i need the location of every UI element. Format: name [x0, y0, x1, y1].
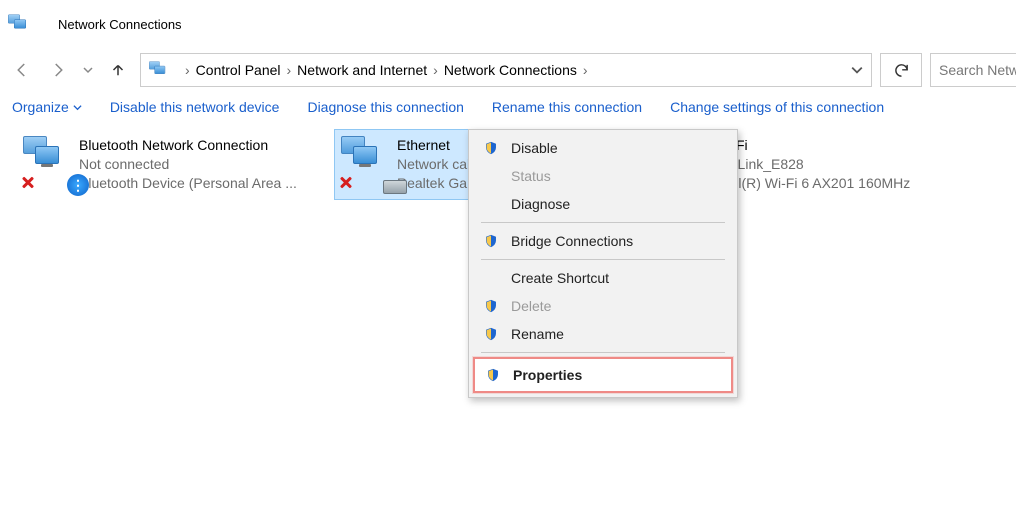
address-bar: › Control Panel › Network and Internet ›…	[0, 49, 1024, 91]
rename-button[interactable]: Rename this connection	[492, 99, 642, 115]
ethernet-port-icon	[383, 180, 407, 194]
network-adapter-icon	[341, 136, 397, 188]
context-menu-item-label: Properties	[513, 367, 582, 383]
connection-device: Intel(R) Wi-Fi 6 AX201 160MHz	[715, 174, 910, 193]
connection-status: TP-Link_E828	[715, 155, 910, 174]
connection-status: Not connected	[79, 155, 297, 174]
refresh-button[interactable]	[880, 53, 922, 87]
context-menu-item-create-shortcut[interactable]: Create Shortcut	[469, 264, 737, 292]
context-menu-item-delete: Delete	[469, 292, 737, 320]
network-adapter-icon: ⋮	[23, 136, 79, 188]
chevron-right-icon: ›	[287, 62, 292, 78]
context-menu-item-label: Create Shortcut	[511, 270, 609, 286]
connection-name: Bluetooth Network Connection	[79, 136, 297, 155]
context-menu-item-diagnose[interactable]: Diagnose	[469, 190, 737, 218]
context-menu-item-label: Rename	[511, 326, 564, 342]
context-menu-item-properties[interactable]: Properties	[473, 357, 733, 393]
breadcrumb[interactable]: › Control Panel › Network and Internet ›…	[140, 53, 872, 87]
title-bar: Network Connections	[0, 0, 1024, 49]
breadcrumb-seg-1[interactable]: Network and Internet	[297, 62, 427, 78]
connection-name: Wi-Fi	[715, 136, 910, 155]
breadcrumb-seg-0[interactable]: Control Panel	[196, 62, 281, 78]
disable-device-button[interactable]: Disable this network device	[110, 99, 280, 115]
window-title: Network Connections	[58, 17, 182, 32]
change-settings-button[interactable]: Change settings of this connection	[670, 99, 884, 115]
context-menu-item-disable[interactable]: Disable	[469, 134, 737, 162]
context-menu-item-status: Status	[469, 162, 737, 190]
context-menu-item-label: Delete	[511, 298, 551, 314]
back-button[interactable]	[8, 56, 36, 84]
context-menu-item-label: Status	[511, 168, 551, 184]
bluetooth-icon: ⋮	[67, 174, 89, 196]
diagnose-button[interactable]: Diagnose this connection	[307, 99, 463, 115]
context-menu-item-label: Bridge Connections	[511, 233, 633, 249]
uac-shield-icon	[483, 299, 499, 313]
chevron-down-icon	[73, 103, 82, 112]
breadcrumb-seg-2[interactable]: Network Connections	[444, 62, 577, 78]
uac-shield-icon	[485, 368, 501, 382]
error-x-icon	[337, 174, 355, 192]
search-placeholder: Search Netw	[939, 62, 1016, 78]
context-menu-separator	[481, 352, 725, 353]
connection-device: Bluetooth Device (Personal Area ...	[79, 174, 297, 193]
chevron-right-icon: ›	[433, 62, 438, 78]
uac-shield-icon	[483, 141, 499, 155]
up-button[interactable]	[104, 56, 132, 84]
context-menu-item-bridge-connections[interactable]: Bridge Connections	[469, 227, 737, 255]
uac-shield-icon	[483, 234, 499, 248]
connections-list: ⋮ Bluetooth Network Connection Not conne…	[0, 123, 1024, 206]
uac-shield-icon	[483, 327, 499, 341]
chevron-right-icon: ›	[185, 62, 190, 78]
connection-item-bluetooth[interactable]: ⋮ Bluetooth Network Connection Not conne…	[16, 129, 326, 200]
context-menu-separator	[481, 259, 725, 260]
context-menu-item-rename[interactable]: Rename	[469, 320, 737, 348]
chevron-down-icon[interactable]	[851, 64, 863, 76]
context-menu: Disable Status Diagnose Bridge Connections C…	[468, 129, 738, 398]
organize-menu[interactable]: Organize	[12, 99, 82, 115]
forward-button[interactable]	[44, 56, 72, 84]
context-menu-item-label: Diagnose	[511, 196, 570, 212]
context-menu-separator	[481, 222, 725, 223]
command-bar: Organize Disable this network device Dia…	[0, 91, 1024, 123]
error-x-icon	[19, 174, 37, 192]
context-menu-item-label: Disable	[511, 140, 558, 156]
search-input[interactable]: Search Netw	[930, 53, 1016, 87]
chevron-right-icon: ›	[583, 62, 588, 78]
breadcrumb-icon	[149, 52, 171, 89]
network-connections-icon	[8, 6, 50, 43]
recent-locations-button[interactable]	[80, 56, 96, 84]
